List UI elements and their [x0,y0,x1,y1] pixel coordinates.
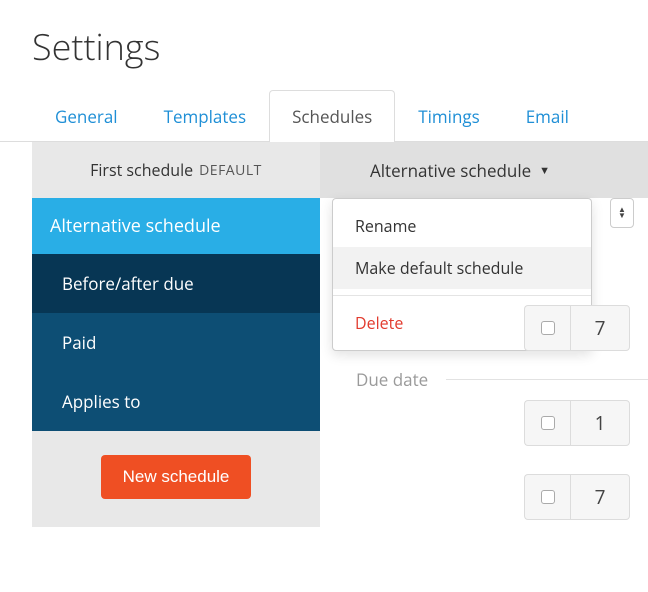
tab-email[interactable]: Email [503,90,592,142]
nav-header-alternative[interactable]: Alternative schedule [32,198,320,254]
checkbox-cell[interactable] [524,474,570,520]
due-date-text: Due date [356,368,428,391]
tab-general[interactable]: General [32,90,141,142]
caret-down-icon: ▼ [539,163,550,178]
default-badge: DEFAULT [199,161,262,180]
main-panel: Alternative schedule ▼ ▲ ▼ Rename Make d… [320,142,648,527]
nav-item-paid[interactable]: Paid [32,313,320,372]
content: First schedule DEFAULT Alternative sched… [0,142,648,527]
row-checkbox[interactable] [541,321,555,335]
row-checkbox[interactable] [541,490,555,504]
new-schedule-wrap: New schedule [32,431,320,527]
form-area: 7 Due date 1 7 [320,198,648,523]
checkbox-cell[interactable] [524,400,570,446]
sidebar: First schedule DEFAULT Alternative sched… [32,142,320,527]
row-value[interactable]: 7 [570,474,630,520]
tab-schedules[interactable]: Schedules [269,90,395,142]
row-value[interactable]: 1 [570,400,630,446]
tabs: General Templates Schedules Timings Emai… [0,89,648,142]
tab-timings[interactable]: Timings [395,90,502,142]
nav-list: Alternative schedule Before/after due Pa… [32,198,320,431]
schedule-tab-first[interactable]: First schedule DEFAULT [32,142,320,198]
tab-templates[interactable]: Templates [141,90,270,142]
alternative-schedule-dropdown-toggle[interactable]: Alternative schedule ▼ [320,142,648,198]
page-title: Settings [0,0,648,89]
checkbox-cell[interactable] [524,305,570,351]
schedule-row: 7 [356,302,648,354]
schedule-selector-tabs: First schedule DEFAULT [32,142,320,198]
schedule-tab-first-label: First schedule [90,159,193,181]
row-value[interactable]: 7 [570,305,630,351]
schedule-row: 7 [356,471,648,523]
due-date-label: Due date [356,362,648,397]
rows-before-due: 7 [356,302,648,354]
new-schedule-button[interactable]: New schedule [101,455,252,499]
due-date-divider [446,379,648,380]
nav-item-before-after[interactable]: Before/after due [32,254,320,313]
alternative-schedule-label: Alternative schedule [370,159,531,182]
row-checkbox[interactable] [541,416,555,430]
schedule-row: 1 [356,397,648,449]
nav-item-applies-to[interactable]: Applies to [32,372,320,431]
